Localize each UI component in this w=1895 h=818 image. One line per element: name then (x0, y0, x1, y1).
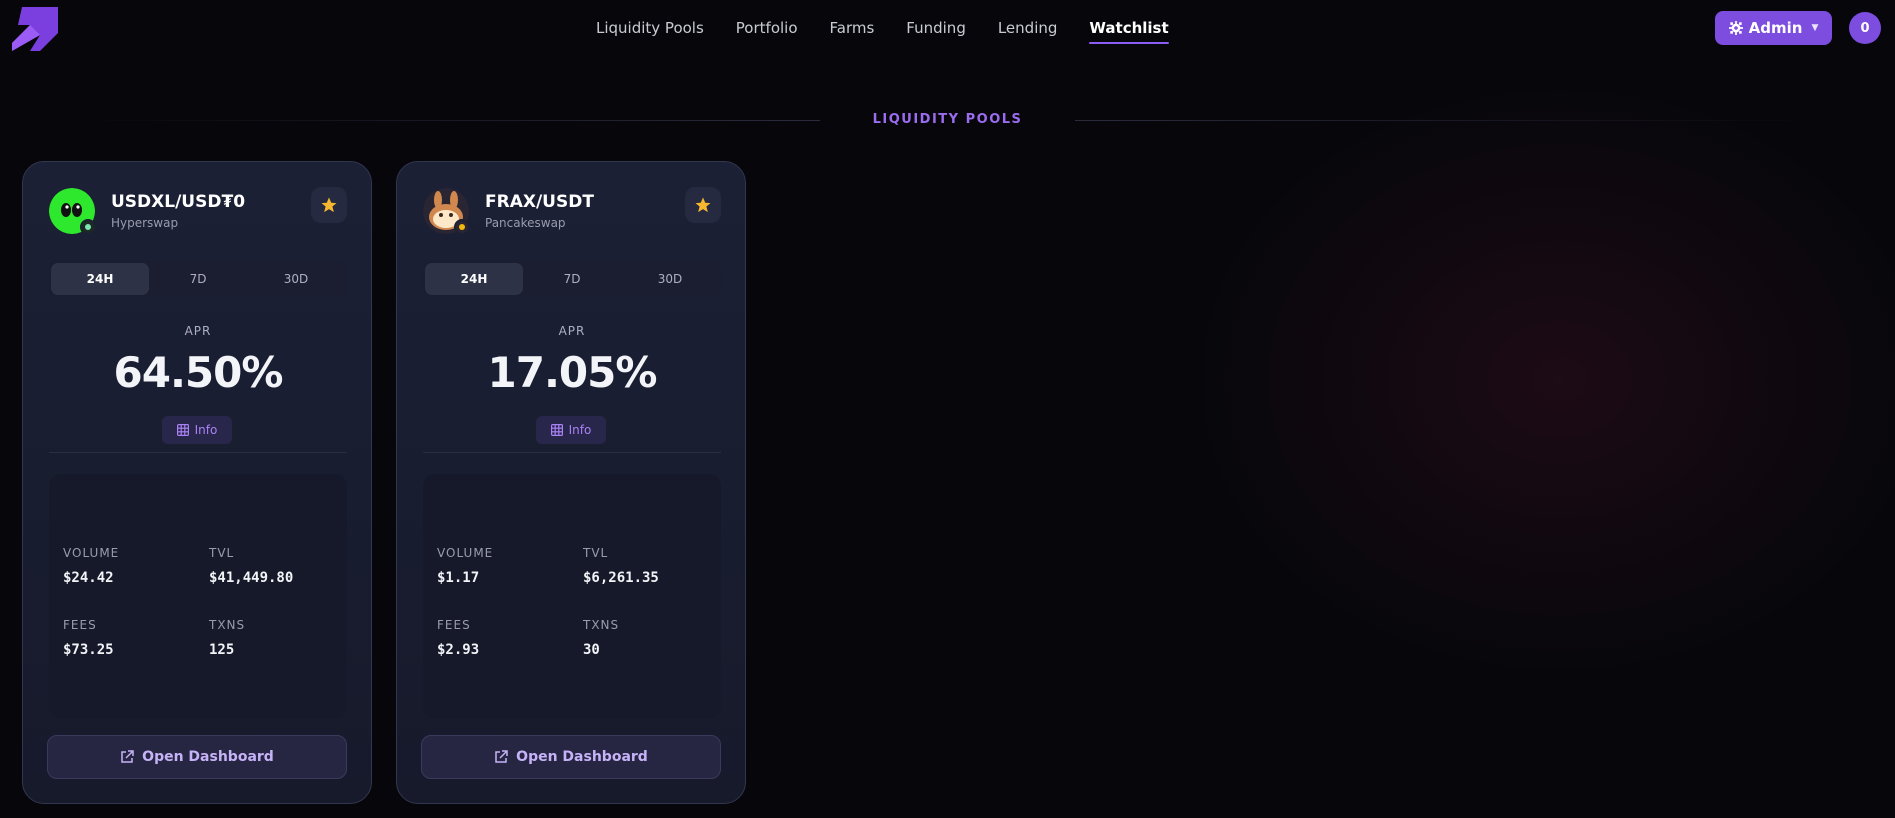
volume-label: VOLUME (437, 546, 494, 560)
section-title: LIQUIDITY POOLS (872, 112, 1023, 127)
tab-30d[interactable]: 30D (621, 263, 719, 295)
txns-value: 30 (583, 642, 600, 658)
txns-value: 125 (209, 642, 235, 658)
chevron-down-icon: ▼ (1811, 23, 1819, 33)
star-icon (695, 197, 711, 213)
txns-label: TXNS (583, 618, 620, 632)
open-dashboard-label: Open Dashboard (142, 749, 274, 765)
txns-label: TXNS (209, 618, 246, 632)
info-button[interactable]: Info (162, 416, 232, 444)
pair-name: FRAX/USDT (485, 192, 594, 212)
external-link-icon (121, 750, 134, 763)
open-dashboard-button[interactable]: Open Dashboard (47, 735, 347, 779)
tvl-label: TVL (583, 546, 609, 560)
apr-value: 64.50% (113, 348, 284, 397)
nav-lending[interactable]: Lending (998, 0, 1058, 56)
apr-label: APR (558, 324, 586, 338)
volume-label: VOLUME (63, 546, 120, 560)
stats-panel: VOLUME $24.42 TVL $41,449.80 FEES $73.25… (49, 474, 347, 719)
info-button[interactable]: Info (536, 416, 606, 444)
tab-24h[interactable]: 24H (51, 263, 149, 295)
card-divider (423, 452, 721, 453)
nav-farms[interactable]: Farms (830, 0, 875, 56)
gear-icon (1728, 21, 1743, 35)
admin-label: Admin (1748, 19, 1803, 37)
app-logo-icon[interactable] (12, 7, 58, 51)
chain-badge-icon (80, 219, 96, 235)
fees-label: FEES (437, 618, 471, 632)
tab-7d[interactable]: 7D (523, 263, 621, 295)
tab-7d[interactable]: 7D (149, 263, 247, 295)
dex-name: Pancakeswap (485, 216, 566, 230)
main-nav: Liquidity Pools Portfolio Farms Funding … (596, 0, 1169, 56)
timeframe-tabs: 24H 7D 30D (423, 261, 721, 297)
nav-watchlist[interactable]: Watchlist (1089, 0, 1169, 56)
tab-24h[interactable]: 24H (425, 263, 523, 295)
chain-badge-icon (454, 219, 470, 235)
nav-funding[interactable]: Funding (906, 0, 966, 56)
section-divider-left (80, 120, 820, 121)
grid-icon (550, 424, 563, 436)
tab-30d[interactable]: 30D (247, 263, 345, 295)
section-divider-right (1075, 120, 1815, 121)
apr-label: APR (184, 324, 212, 338)
apr-value: 17.05% (487, 348, 658, 397)
pool-card: USDXL/USD₮0 Hyperswap 24H 7D 30D APR 64.… (22, 161, 372, 804)
nav-portfolio[interactable]: Portfolio (736, 0, 798, 56)
stats-panel: VOLUME $1.17 TVL $6,261.35 FEES $2.93 TX… (423, 474, 721, 719)
info-label: Info (194, 423, 218, 437)
timeframe-tabs: 24H 7D 30D (49, 261, 347, 297)
pair-name: USDXL/USD₮0 (111, 192, 246, 212)
tvl-value: $6,261.35 (583, 570, 659, 586)
fees-value: $2.93 (437, 642, 480, 658)
open-dashboard-button[interactable]: Open Dashboard (421, 735, 721, 779)
nav-liquidity-pools[interactable]: Liquidity Pools (596, 0, 704, 56)
external-link-icon (495, 750, 508, 763)
fees-value: $73.25 (63, 642, 114, 658)
pool-card: FRAX/USDT Pancakeswap 24H 7D 30D APR 17.… (396, 161, 746, 804)
grid-icon (176, 424, 189, 436)
tvl-label: TVL (209, 546, 235, 560)
dex-name: Hyperswap (111, 216, 179, 230)
user-avatar[interactable]: 0 (1849, 12, 1881, 44)
star-icon (321, 197, 337, 213)
open-dashboard-label: Open Dashboard (516, 749, 648, 765)
tvl-value: $41,449.80 (209, 570, 294, 586)
info-label: Info (568, 423, 592, 437)
card-divider (49, 452, 347, 453)
volume-value: $1.17 (437, 570, 480, 586)
volume-value: $24.42 (63, 570, 114, 586)
watchlist-star-button[interactable] (685, 187, 721, 223)
watchlist-star-button[interactable] (311, 187, 347, 223)
fees-label: FEES (63, 618, 97, 632)
admin-button[interactable]: Admin ▼ (1715, 11, 1832, 45)
